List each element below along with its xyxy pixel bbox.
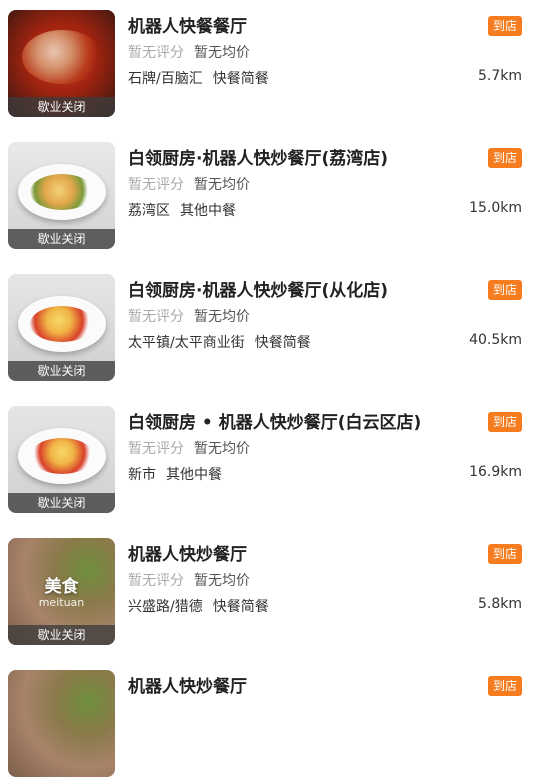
category-text: 快餐简餐 bbox=[254, 335, 311, 351]
distance-text: 5.8km bbox=[477, 596, 522, 612]
rating-row: 暂无评分 暂无均价 bbox=[128, 570, 250, 590]
restaurant-thumbnail[interactable]: 歇业关闭 bbox=[8, 10, 115, 117]
dine-in-badge[interactable]: 到店 bbox=[487, 280, 522, 300]
placeholder-title: 美食 bbox=[44, 577, 79, 597]
status-label: 歇业关闭 bbox=[8, 97, 115, 117]
restaurant-item[interactable]: 歇业关闭 机器人快餐餐厅 暂无评分 暂无均价 石牌/百脑汇 快餐简餐 5.7km 到… bbox=[0, 0, 534, 122]
avg-price-text: 暂无均价 bbox=[194, 45, 250, 61]
dish-detail bbox=[29, 305, 94, 342]
distance-text: 40.5km bbox=[469, 332, 522, 348]
tags-row: 兴盛路/猎德 快餐简餐 bbox=[128, 596, 269, 616]
status-label: 歇业关闭 bbox=[8, 625, 115, 645]
avg-price-text: 暂无均价 bbox=[194, 441, 250, 457]
restaurant-thumbnail[interactable]: 美食 meituan 歇业关闭 bbox=[8, 538, 115, 645]
area-text: 太平镇/太平商业街 bbox=[128, 335, 245, 351]
avg-price-text: 暂无均价 bbox=[194, 177, 250, 193]
tags-row: 荔湾区 其他中餐 bbox=[128, 200, 236, 220]
rating-text: 暂无评分 bbox=[128, 309, 184, 325]
dish-detail bbox=[29, 437, 94, 474]
area-text: 石牌/百脑汇 bbox=[128, 71, 203, 87]
avg-price-text: 暂无均价 bbox=[194, 309, 250, 325]
restaurant-item[interactable]: 机器人快炒餐厅 到店 bbox=[0, 660, 534, 782]
rating-row: 暂无评分 暂无均价 bbox=[128, 306, 250, 326]
category-text: 快餐简餐 bbox=[212, 599, 269, 615]
dish-detail bbox=[21, 29, 102, 84]
area-text: 荔湾区 bbox=[128, 203, 170, 219]
distance-text: 5.7km bbox=[477, 68, 522, 84]
restaurant-name[interactable]: 机器人快餐餐厅 bbox=[128, 12, 468, 37]
status-label: 歇业关闭 bbox=[8, 229, 115, 249]
rating-row: 暂无评分 暂无均价 bbox=[128, 438, 250, 458]
restaurant-name[interactable]: 机器人快炒餐厅 bbox=[128, 672, 468, 697]
restaurant-thumbnail[interactable] bbox=[8, 670, 115, 777]
placeholder-subtitle: meituan bbox=[38, 596, 85, 609]
restaurant-item[interactable]: 美食 meituan 歇业关闭 机器人快炒餐厅 暂无评分 暂无均价 兴盛路/猎德快… bbox=[0, 528, 534, 650]
rating-text: 暂无评分 bbox=[128, 441, 184, 457]
distance-text: 15.0km bbox=[469, 200, 522, 216]
rating-text: 暂无评分 bbox=[128, 45, 184, 61]
tags-row: 石牌/百脑汇 快餐简餐 bbox=[128, 68, 269, 88]
dine-in-badge[interactable]: 到店 bbox=[487, 148, 522, 168]
tags-row: 新市 其他中餐 bbox=[128, 464, 222, 484]
dine-in-badge[interactable]: 到店 bbox=[487, 16, 522, 36]
area-text: 兴盛路/猎德 bbox=[128, 599, 203, 615]
avg-price-text: 暂无均价 bbox=[194, 573, 250, 589]
distance-text: 16.9km bbox=[469, 464, 522, 480]
restaurant-name[interactable]: 白领厨房 • 机器人快炒餐厅(白云区店) bbox=[128, 408, 468, 433]
rating-text: 暂无评分 bbox=[128, 177, 184, 193]
dine-in-badge[interactable]: 到店 bbox=[487, 676, 522, 696]
restaurant-thumbnail[interactable]: 歇业关闭 bbox=[8, 274, 115, 381]
restaurant-name[interactable]: 机器人快炒餐厅 bbox=[128, 540, 468, 565]
restaurant-name[interactable]: 白领厨房·机器人快炒餐厅(从化店) bbox=[128, 276, 468, 301]
category-text: 其他中餐 bbox=[180, 203, 236, 219]
rating-row: 暂无评分 暂无均价 bbox=[128, 42, 250, 62]
dine-in-badge[interactable]: 到店 bbox=[487, 544, 522, 564]
dine-in-badge[interactable]: 到店 bbox=[487, 412, 522, 432]
status-label: 歇业关闭 bbox=[8, 493, 115, 513]
restaurant-item[interactable]: 歇业关闭 白领厨房 • 机器人快炒餐厅(白云区店) 暂无评分 暂无均价 新市 其他中… bbox=[0, 396, 534, 518]
tags-row: 太平镇/太平商业街 快餐简餐 bbox=[128, 332, 311, 352]
rating-row: 暂无评分 暂无均价 bbox=[128, 174, 250, 194]
area-text: 新市 bbox=[128, 467, 156, 483]
category-text: 快餐简餐 bbox=[212, 71, 269, 87]
dish-detail bbox=[29, 173, 94, 210]
restaurant-thumbnail[interactable]: 歇业关闭 bbox=[8, 142, 115, 249]
rating-text: 暂无评分 bbox=[128, 573, 184, 589]
meituan-placeholder-icon bbox=[8, 670, 115, 777]
restaurant-list: 歇业关闭 机器人快餐餐厅 暂无评分 暂无均价 石牌/百脑汇 快餐简餐 5.7km 到… bbox=[0, 0, 534, 777]
restaurant-thumbnail[interactable]: 歇业关闭 bbox=[8, 406, 115, 513]
restaurant-name[interactable]: 白领厨房·机器人快炒餐厅(荔湾店) bbox=[128, 144, 468, 169]
status-label: 歇业关闭 bbox=[8, 361, 115, 381]
restaurant-item[interactable]: 歇业关闭 白领厨房·机器人快炒餐厅(从化店) 暂无评分 暂无均价 太平镇/太平商业… bbox=[0, 264, 534, 386]
restaurant-item[interactable]: 歇业关闭 白领厨房·机器人快炒餐厅(荔湾店) 暂无评分 暂无均价 荔湾区 其他中餐 … bbox=[0, 132, 534, 254]
category-text: 其他中餐 bbox=[166, 467, 222, 483]
